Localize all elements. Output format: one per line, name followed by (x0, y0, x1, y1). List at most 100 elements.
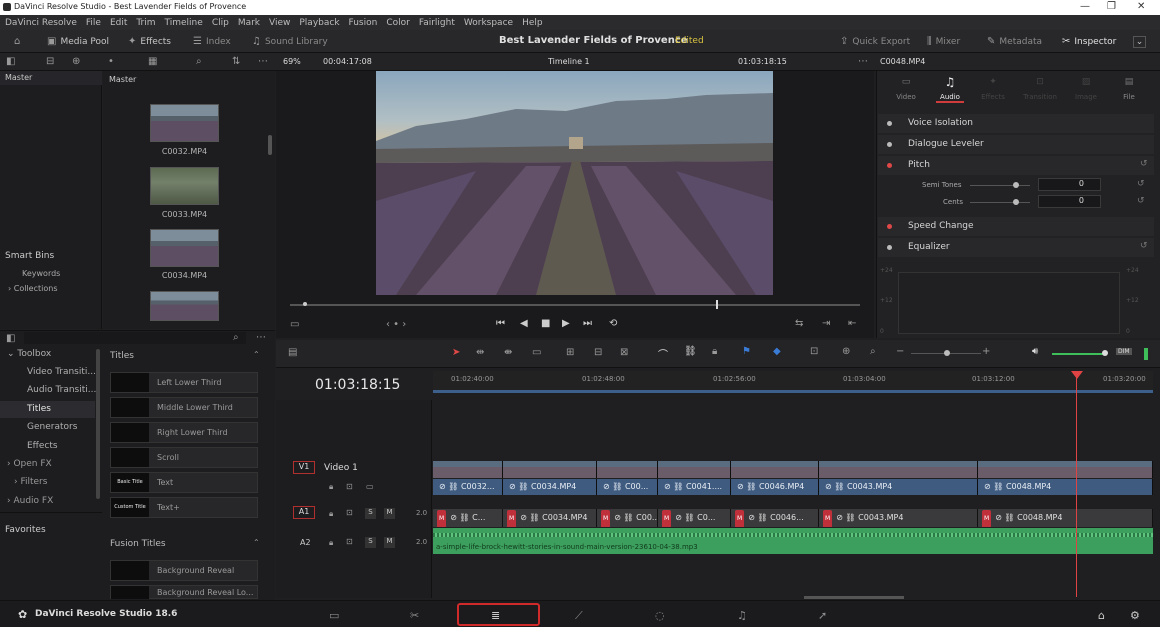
video-clip-label[interactable]: ⊘ ⛓ C0043.MP4 (819, 479, 978, 495)
panel-toggle-icon[interactable]: ◧ (6, 56, 15, 67)
expand-icon[interactable]: ⌄ (1133, 36, 1146, 48)
prev-edit-icon[interactable]: ⇤ (848, 318, 856, 329)
audio-clip[interactable]: M ⊘ ⛓ C0048.MP4 (978, 509, 1153, 527)
toggle-dot[interactable] (887, 224, 892, 229)
stop-icon[interactable]: ■ (541, 318, 550, 329)
toolbox-item-titles[interactable]: Titles (27, 404, 51, 414)
menu-workspace[interactable]: Workspace (464, 18, 513, 28)
toggle-dot[interactable] (887, 245, 892, 250)
video-clip-thumb[interactable] (819, 461, 978, 478)
audio-fx-header[interactable]: › Audio FX (7, 496, 53, 506)
menu-help[interactable]: Help (522, 18, 543, 28)
fairlight-page-icon[interactable]: ♫ (737, 609, 747, 622)
sort-icon[interactable]: ⇅ (232, 56, 240, 67)
toolbox-item-video-transitions[interactable]: Video Transiti... (27, 367, 96, 377)
bin-master[interactable]: Master (0, 71, 102, 85)
home-icon[interactable]: ⌂ (1098, 609, 1105, 622)
metadata-button[interactable]: ✎ Metadata (987, 36, 1042, 47)
fusion-title-item[interactable]: Background Reveal Lo... (110, 585, 258, 599)
timeline-select[interactable]: Timeline 1 (548, 57, 590, 66)
timeline-scroll-bar[interactable] (433, 390, 1153, 393)
cents-field[interactable]: 0 (1038, 195, 1101, 208)
dialogue-leveler-row[interactable]: Dialogue Leveler (878, 135, 1154, 154)
menu-fairlight[interactable]: Fairlight (419, 18, 455, 28)
menu-timeline[interactable]: Timeline (165, 18, 203, 28)
playhead-handle[interactable] (1071, 371, 1083, 379)
zoom-out-icon[interactable]: − (896, 346, 904, 357)
new-bin-icon[interactable]: ⊕ (72, 56, 80, 67)
viewer-options-icon[interactable]: ⋯ (858, 56, 868, 67)
video-clip-label[interactable]: ⊘ ⛓ C0046.MP4 (731, 479, 819, 495)
selection-tool-icon[interactable]: ➤ (452, 347, 460, 358)
media-pool-button[interactable]: ▣ Media Pool (47, 36, 109, 47)
next-edit-icon[interactable]: ⇥ (822, 318, 830, 329)
track-visibility-icon[interactable]: ▭ (366, 482, 374, 491)
blade-tool-icon[interactable]: ▭ (532, 347, 541, 358)
inspector-button[interactable]: ✂ Inspector (1062, 36, 1116, 47)
solo-button[interactable]: S (365, 537, 376, 548)
video-clip-label[interactable]: ⊘ ⛓ C0048.MP4 (978, 479, 1153, 495)
insert-clip-icon[interactable]: ⊞ (566, 347, 574, 358)
more-options-icon[interactable]: ⋯ (258, 56, 268, 67)
cents-slider[interactable] (970, 202, 1030, 203)
play-icon[interactable]: ▶ (562, 318, 570, 329)
replace-clip-icon[interactable]: ⊠ (620, 347, 628, 358)
timeline-h-scrollbar[interactable] (804, 596, 904, 599)
viewer-frame[interactable] (376, 71, 773, 295)
workspace-icon[interactable]: ⌂ (14, 36, 20, 47)
effects-button[interactable]: ✦ Effects (128, 36, 171, 47)
linked-selection-icon[interactable]: ⛓ (684, 346, 697, 357)
mixer-button[interactable]: ⫼ Mixer (927, 36, 960, 47)
menu-clip[interactable]: Clip (212, 18, 229, 28)
maximize-icon[interactable]: ❐ (1107, 1, 1116, 12)
dynamic-trim-icon[interactable]: ⇼ (504, 347, 512, 358)
a1-track-label[interactable]: A1 (293, 506, 315, 519)
audio-clip[interactable]: M ⊘ ⛓ C... (433, 509, 503, 527)
menu-playback[interactable]: Playback (299, 18, 339, 28)
equalizer-row[interactable]: Equalizer ↺ (878, 238, 1154, 257)
auto-select-icon[interactable]: ⊡ (346, 508, 353, 517)
menu-mark[interactable]: Mark (238, 18, 260, 28)
minimize-icon[interactable]: — (1080, 1, 1090, 12)
bin-list-icon[interactable]: ⊟ (46, 56, 54, 67)
clip-thumbnail[interactable] (150, 167, 219, 205)
volume-slider[interactable] (1052, 353, 1104, 355)
zoom-detail-icon[interactable]: ⊕ (842, 346, 850, 357)
smart-bin-collections[interactable]: › Collections (8, 284, 58, 293)
file-tab-icon[interactable]: ▤ (1118, 77, 1140, 87)
auto-select-icon[interactable]: ⊡ (346, 482, 353, 491)
panel-toggle-icon[interactable]: ◧ (6, 333, 15, 344)
toolbox-item-audio-transitions[interactable]: Audio Transiti... (27, 385, 96, 395)
video-tab-icon[interactable]: ▭ (895, 77, 917, 87)
video-clip-thumb[interactable] (731, 461, 819, 478)
sound-library-button[interactable]: ♫ Sound Library (252, 36, 328, 47)
menu-trim[interactable]: Trim (136, 18, 155, 28)
zoom-select[interactable]: 69% (283, 57, 301, 66)
filters-header[interactable]: › Filters (14, 477, 47, 487)
audio-tab-icon[interactable]: ♫ (939, 75, 961, 89)
trim-tool-icon[interactable]: ⇹ (476, 347, 484, 358)
speed-change-row[interactable]: Speed Change (878, 217, 1154, 236)
marker-icon[interactable]: ◆ (773, 346, 781, 357)
favorites-header[interactable]: Favorites (5, 525, 46, 535)
semi-tones-field[interactable]: 0 (1038, 178, 1101, 191)
timeline-view-icon[interactable]: ▤ (288, 347, 297, 358)
clips-scrollbar[interactable] (268, 135, 272, 155)
quick-export-button[interactable]: ⇪ Quick Export (840, 36, 910, 47)
go-to-end-icon[interactable]: ⏭ (583, 318, 592, 329)
video-clip-thumb[interactable] (978, 461, 1153, 478)
clip-thumbnail[interactable] (150, 229, 219, 267)
media-page-icon[interactable]: ▭ (329, 609, 339, 622)
lock-icon[interactable]: 🔒︎ (329, 509, 333, 519)
title-item[interactable]: Custom Title Text+ (110, 497, 258, 518)
reset-icon[interactable]: ↺ (1137, 196, 1145, 206)
timeline-playhead[interactable] (1076, 373, 1077, 597)
title-item[interactable]: Scroll (110, 447, 258, 468)
reset-icon[interactable]: ↺ (1137, 179, 1145, 189)
volume-icon[interactable]: 🔊︎ (1032, 346, 1038, 357)
video-clip-thumb[interactable] (597, 461, 658, 478)
title-item[interactable]: Left Lower Third (110, 372, 258, 393)
loop-icon[interactable]: ⟲ (609, 318, 617, 329)
thumb-size-icon[interactable]: • (108, 56, 114, 67)
video-clip-thumb[interactable] (433, 461, 503, 478)
